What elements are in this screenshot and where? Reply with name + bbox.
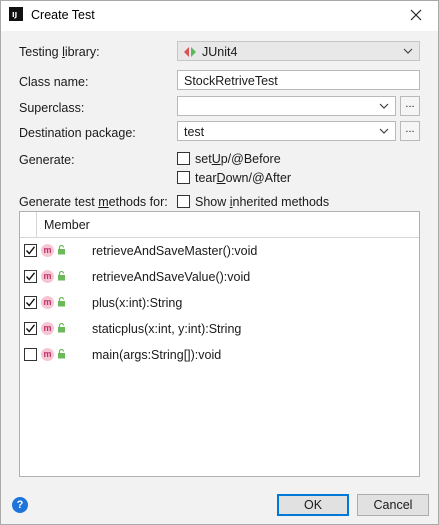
close-icon	[410, 9, 422, 21]
help-icon[interactable]: ?	[12, 497, 28, 513]
show-inherited-label: Show inherited methods	[195, 195, 330, 209]
check-icon	[25, 298, 36, 307]
show-inherited-checkbox[interactable]	[177, 195, 190, 208]
superclass-browse-button[interactable]: ...	[400, 96, 420, 116]
destination-package-browse-button[interactable]: ...	[400, 121, 420, 141]
destination-package-label: Destination package:	[19, 126, 136, 140]
close-button[interactable]	[404, 4, 428, 26]
member-name: main(args:String[]):void	[92, 348, 222, 362]
junit-arrows-icon	[184, 47, 196, 57]
table-row[interactable]: m retrieveAndSaveValue():void	[20, 264, 419, 290]
members-table-header: Member	[20, 212, 419, 238]
chevron-down-icon	[403, 48, 413, 54]
method-icon: m	[41, 322, 54, 335]
teardown-label: tearDown/@After	[195, 171, 292, 185]
table-row[interactable]: m main(args:String[]):void	[20, 342, 419, 368]
create-test-dialog: IJ Create Test Testing library: JUnit4 C…	[0, 0, 439, 525]
lock-icon	[58, 297, 65, 307]
chevron-down-icon	[379, 103, 389, 109]
row-checkbox[interactable]	[24, 296, 37, 309]
superclass-combo[interactable]	[177, 96, 396, 116]
table-row[interactable]: m staticplus(x:int, y:int):String	[20, 316, 419, 342]
cancel-button[interactable]: Cancel	[357, 494, 429, 516]
check-icon	[25, 324, 36, 333]
lock-icon	[58, 349, 65, 359]
generate-label: Generate:	[19, 153, 75, 167]
table-row[interactable]: m retrieveAndSaveMaster():void	[20, 238, 419, 264]
title-bar: IJ Create Test	[1, 1, 438, 31]
method-icon: m	[41, 244, 54, 257]
row-checkbox[interactable]	[24, 348, 37, 361]
lock-icon	[58, 271, 65, 281]
row-checkbox[interactable]	[24, 244, 37, 257]
class-name-value: StockRetriveTest	[184, 74, 278, 88]
member-name: plus(x:int):String	[92, 296, 183, 310]
teardown-checkbox[interactable]	[177, 171, 190, 184]
column-divider	[36, 212, 37, 237]
setup-checkbox[interactable]	[177, 152, 190, 165]
chevron-down-icon	[379, 128, 389, 134]
destination-package-value: test	[184, 125, 205, 139]
generate-methods-label: Generate test methods for:	[19, 195, 168, 209]
testing-library-label: Testing library:	[19, 45, 100, 59]
method-icon: m	[41, 296, 54, 309]
class-name-field[interactable]: StockRetriveTest	[177, 70, 420, 90]
intellij-icon: IJ	[9, 7, 23, 21]
testing-library-select[interactable]: JUnit4	[177, 41, 420, 61]
member-name: staticplus(x:int, y:int):String	[92, 322, 242, 336]
row-checkbox[interactable]	[24, 322, 37, 335]
check-icon	[25, 272, 36, 281]
lock-icon	[58, 245, 65, 255]
row-checkbox[interactable]	[24, 270, 37, 283]
testing-library-value: JUnit4	[202, 45, 238, 59]
superclass-label: Superclass:	[19, 101, 85, 115]
window-title: Create Test	[31, 8, 95, 22]
check-icon	[25, 246, 36, 255]
member-column-header[interactable]: Member	[44, 218, 90, 232]
lock-icon	[58, 323, 65, 333]
member-name: retrieveAndSaveMaster():void	[92, 244, 258, 258]
class-name-label: Class name:	[19, 75, 89, 89]
destination-package-combo[interactable]: test	[177, 121, 396, 141]
ok-button[interactable]: OK	[277, 494, 349, 516]
method-icon: m	[41, 270, 54, 283]
member-name: retrieveAndSaveValue():void	[92, 270, 251, 284]
table-row[interactable]: m plus(x:int):String	[20, 290, 419, 316]
members-table: Member m retrieveAndSaveMaster():void m …	[19, 211, 420, 477]
setup-label: setUp/@Before	[195, 152, 281, 166]
method-icon: m	[41, 348, 54, 361]
